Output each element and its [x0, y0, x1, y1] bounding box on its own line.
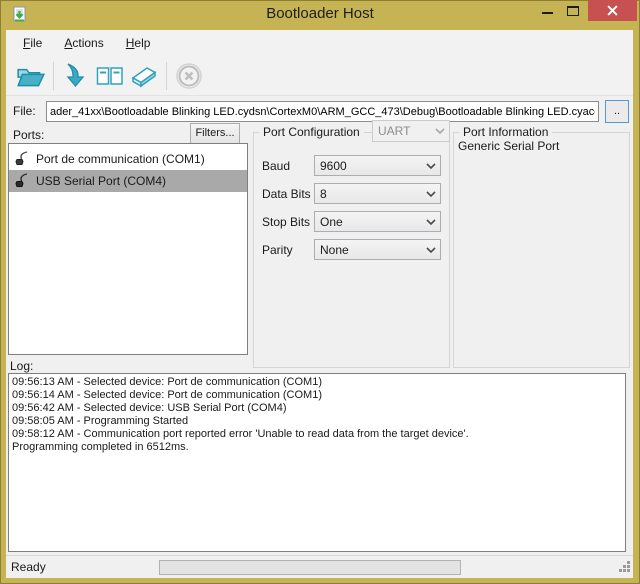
log-line: 09:56:42 AM - Selected device: USB Seria…: [12, 402, 622, 415]
log-line: 09:58:05 AM - Programming Started: [12, 415, 622, 428]
resize-grip[interactable]: [618, 560, 631, 576]
serial-port-icon: [14, 151, 29, 167]
data-bits-label: Data Bits: [262, 187, 311, 201]
log-line: 09:58:12 AM - Communication port reporte…: [12, 428, 622, 441]
data-bits-value: 8: [315, 187, 421, 201]
protocol-value: UART: [373, 124, 430, 138]
close-button[interactable]: [588, 0, 637, 21]
port-item-label: USB Serial Port (COM4): [36, 174, 166, 188]
toolbar: [6, 56, 633, 96]
stop-bits-label: Stop Bits: [262, 215, 310, 229]
toolbar-separator: [166, 62, 167, 90]
chevron-down-icon: [421, 191, 440, 197]
protocol-dropdown: UART: [372, 120, 450, 142]
chevron-down-icon: [421, 163, 440, 169]
file-label: File:: [13, 104, 36, 118]
eraser-icon: [129, 63, 159, 89]
parity-value: None: [315, 243, 421, 257]
stop-bits-value: One: [315, 215, 421, 229]
ports-list: Port de communication (COM1) USB Serial …: [8, 143, 248, 355]
menu-item-actions[interactable]: Actions: [53, 32, 114, 54]
status-bar: Ready: [6, 555, 633, 578]
port-item-label: Port de communication (COM1): [36, 152, 205, 166]
log-box[interactable]: 09:56:13 AM - Selected device: Port de c…: [8, 373, 626, 552]
baud-label: Baud: [262, 159, 290, 173]
chevron-down-icon: [430, 128, 449, 134]
title-bar[interactable]: Bootloader Host: [0, 0, 640, 30]
app-window: Bootloader Host File Actions Help: [0, 0, 640, 584]
stop-bits-dropdown[interactable]: One: [314, 211, 441, 232]
minimize-button[interactable]: [538, 0, 558, 21]
parity-label: Parity: [262, 243, 293, 257]
chevron-down-icon: [421, 247, 440, 253]
folder-open-icon: [16, 63, 46, 89]
toolbar-separator: [53, 62, 54, 90]
minimize-icon: [542, 12, 553, 14]
port-list-item-com1[interactable]: Port de communication (COM1): [9, 148, 247, 170]
filters-button[interactable]: Filters...: [190, 123, 240, 144]
port-list-item-com4[interactable]: USB Serial Port (COM4): [9, 170, 247, 192]
maximize-icon: [567, 6, 579, 16]
log-line: 09:56:14 AM - Selected device: Port de c…: [12, 389, 622, 402]
maximize-button[interactable]: [562, 0, 584, 21]
menu-item-help[interactable]: Help: [115, 32, 162, 54]
data-bits-dropdown[interactable]: 8: [314, 183, 441, 204]
parity-dropdown[interactable]: None: [314, 239, 441, 260]
port-configuration-title: Port Configuration: [259, 125, 364, 139]
verify-button[interactable]: [93, 60, 127, 92]
menu-bar: File Actions Help: [6, 30, 633, 56]
menu-item-file[interactable]: File: [12, 32, 53, 54]
open-file-button[interactable]: [14, 60, 48, 92]
serial-port-icon: [14, 173, 29, 189]
progress-bar: [159, 560, 461, 575]
baud-dropdown[interactable]: 9600: [314, 155, 441, 176]
abort-circle-x-icon: [175, 62, 203, 90]
file-path-input[interactable]: [46, 101, 599, 122]
close-icon: [607, 5, 618, 16]
ports-label: Ports:: [13, 128, 44, 142]
program-download-arrow-icon: [62, 62, 90, 90]
verify-documents-icon: [95, 63, 125, 89]
port-information-text: Generic Serial Port: [458, 139, 559, 153]
port-information-group: Port Information Generic Serial Port: [453, 132, 630, 368]
log-line: 09:56:13 AM - Selected device: Port de c…: [12, 376, 622, 389]
abort-button: [172, 60, 206, 92]
chevron-down-icon: [421, 219, 440, 225]
browse-button[interactable]: ..: [605, 100, 629, 123]
client-area: File Actions Help: [6, 30, 633, 578]
log-label: Log:: [10, 359, 33, 373]
port-information-title: Port Information: [459, 125, 552, 139]
status-text: Ready: [11, 560, 46, 574]
erase-button[interactable]: [127, 60, 161, 92]
program-button[interactable]: [59, 60, 93, 92]
baud-value: 9600: [315, 159, 421, 173]
log-line: Programming completed in 6512ms.: [12, 441, 622, 454]
